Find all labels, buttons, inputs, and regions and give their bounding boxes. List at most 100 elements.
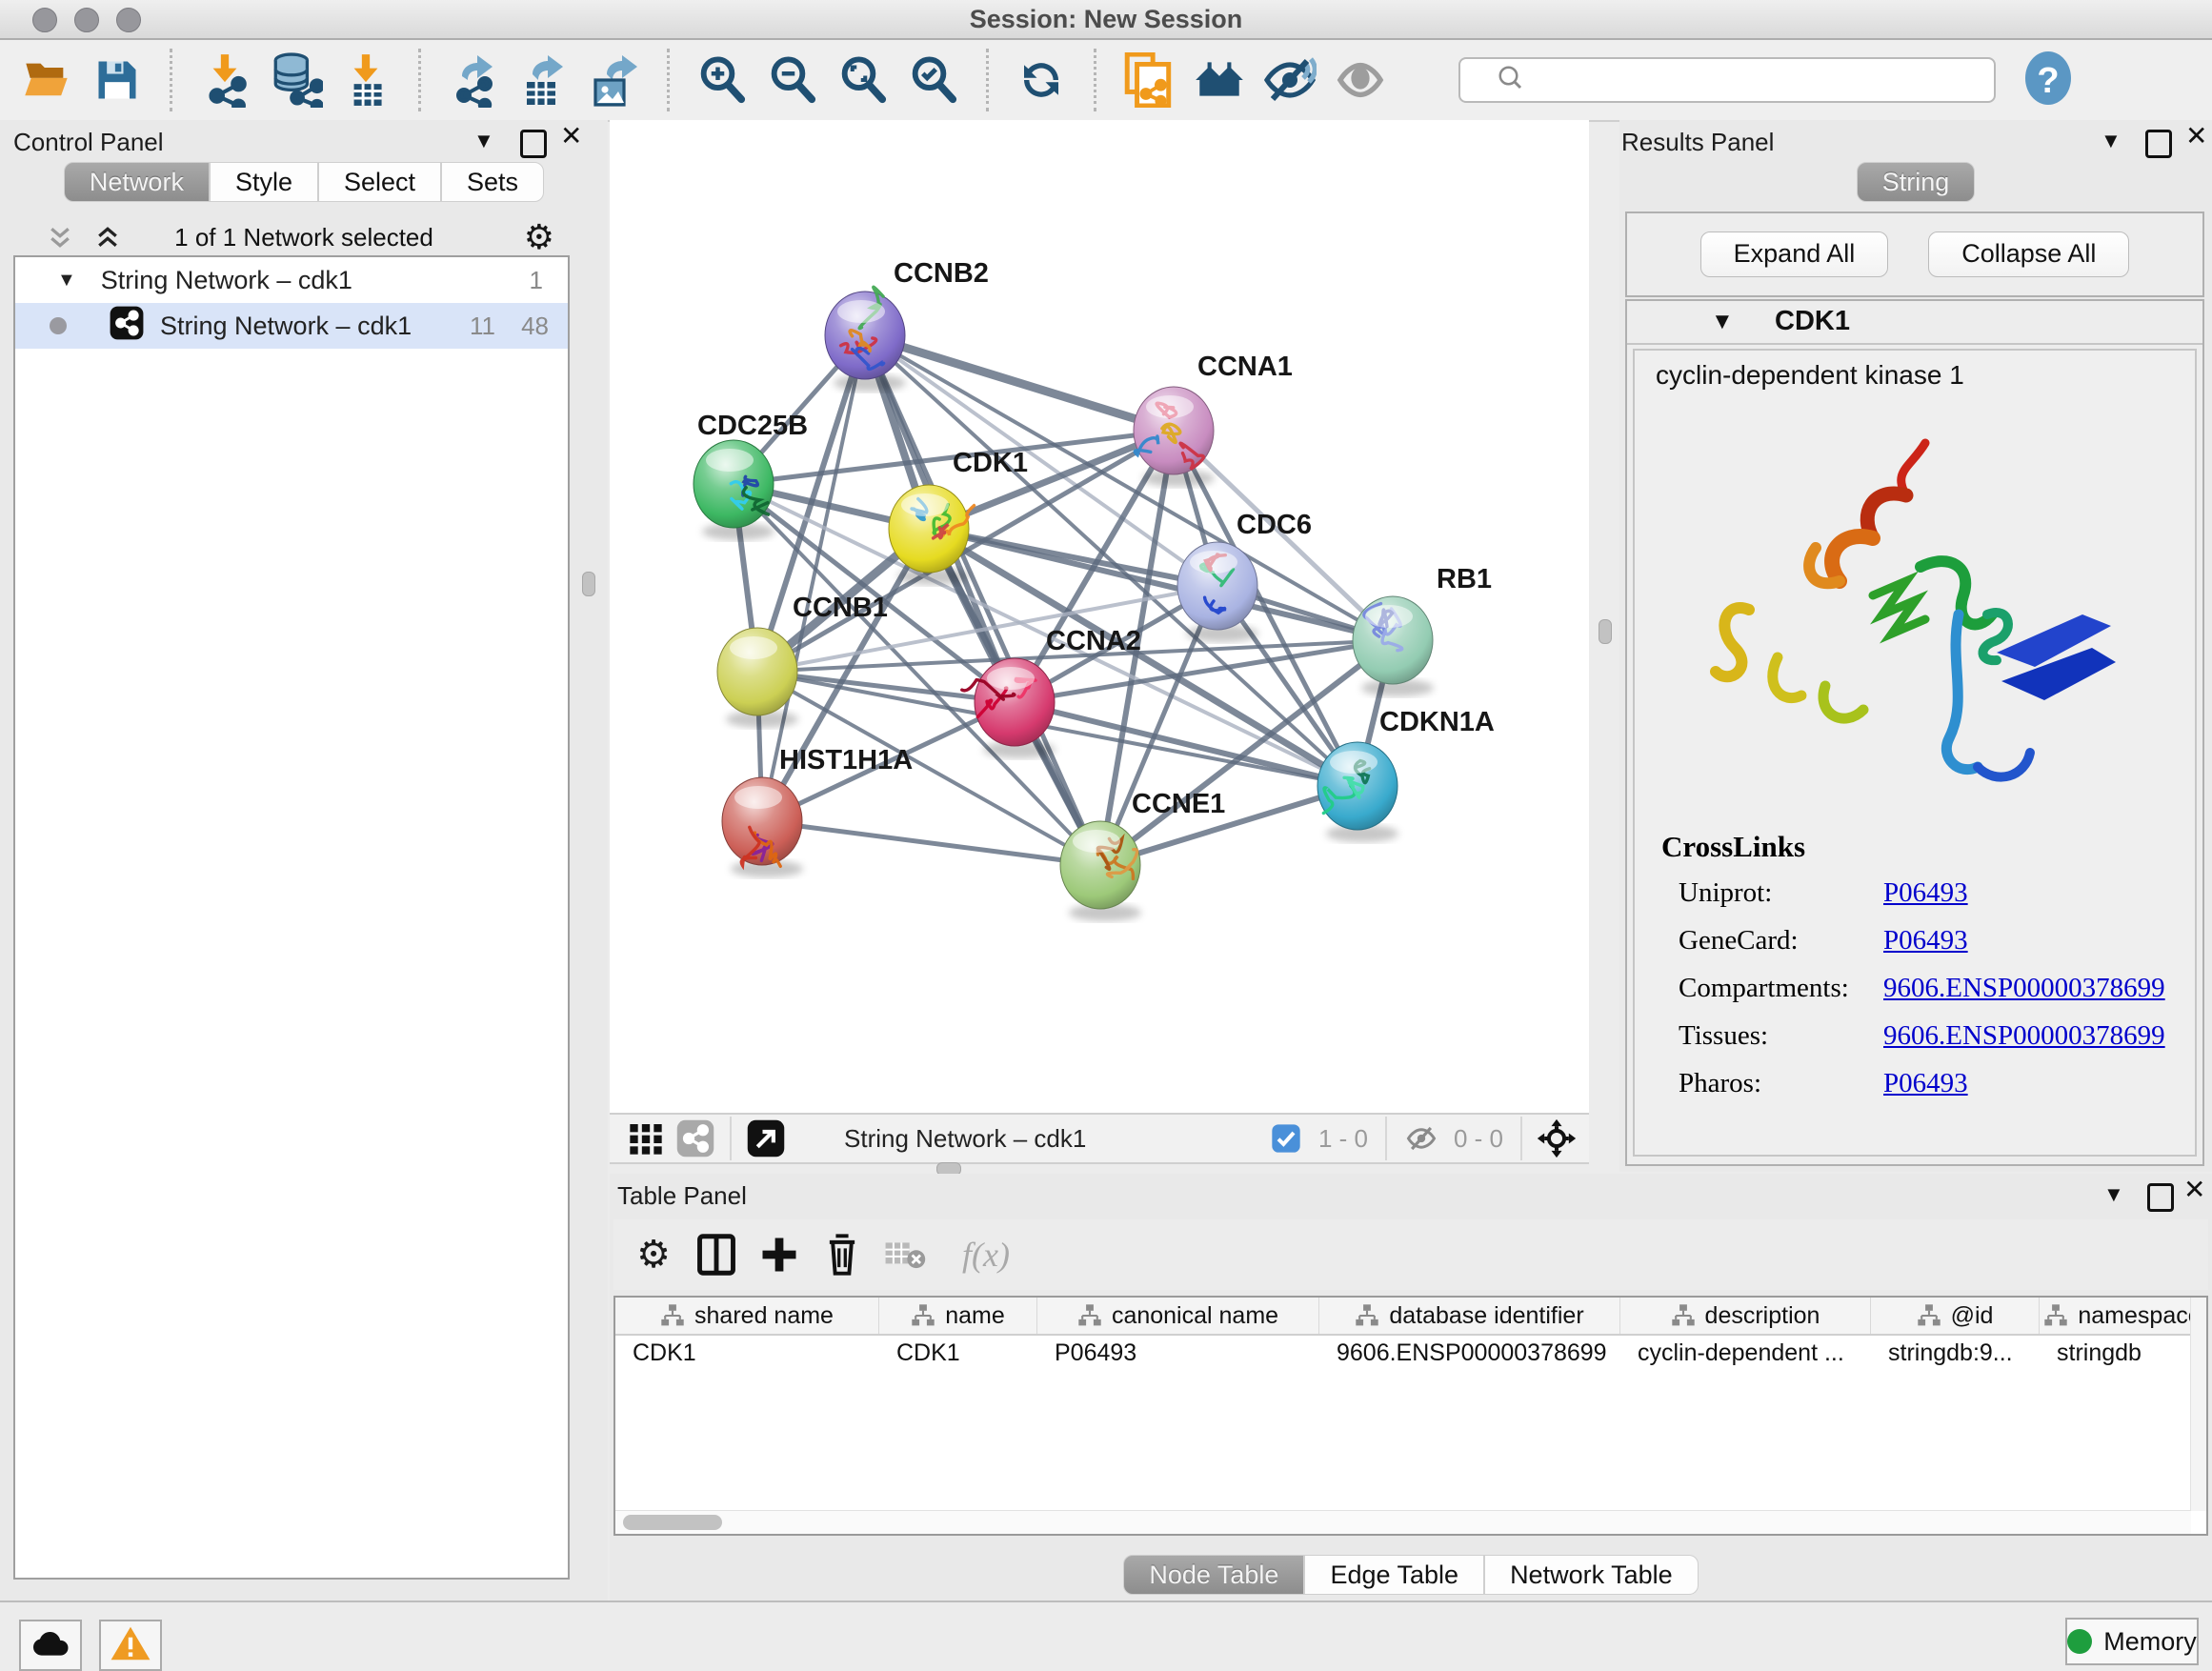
results-panel-title: Results Panel bbox=[1621, 128, 1774, 157]
clone-network-button[interactable] bbox=[1114, 47, 1184, 113]
create-column-plus-icon[interactable] bbox=[754, 1230, 804, 1279]
birds-eye-view-icon[interactable] bbox=[741, 1114, 791, 1163]
import-network-database-button[interactable] bbox=[260, 47, 331, 113]
network-node-RB1[interactable]: RB1 bbox=[1353, 564, 1492, 696]
save-session-button[interactable] bbox=[82, 47, 152, 113]
table-row[interactable]: CDK1CDK1P064939606.ENSP00000378699cyclin… bbox=[615, 1336, 2206, 1370]
control-panel-header: Control Panel ▼ ✕ bbox=[0, 120, 608, 162]
export-network-button[interactable] bbox=[438, 47, 509, 113]
column-header-canonical-name[interactable]: canonical name bbox=[1037, 1298, 1319, 1334]
table-cell[interactable]: CDK1 bbox=[879, 1339, 1037, 1367]
crosslink-link[interactable]: 9606.ENSP00000378699 bbox=[1883, 973, 2165, 1004]
network-edge-CCNB2-CCNA1[interactable] bbox=[865, 335, 1174, 431]
network-collection-row[interactable]: ▼ String Network – cdk1 1 bbox=[15, 257, 568, 303]
column-header-shared-name[interactable]: shared name bbox=[615, 1298, 879, 1334]
column-header-name[interactable]: name bbox=[879, 1298, 1037, 1334]
tab-string[interactable]: String bbox=[1857, 162, 1976, 202]
panel-menu-icon[interactable]: ▼ bbox=[2101, 130, 2122, 152]
zoom-fit-button[interactable] bbox=[828, 47, 898, 113]
table-cell[interactable]: cyclin-dependent ... bbox=[1620, 1339, 1871, 1367]
table-cell[interactable]: 9606.ENSP00000378699 bbox=[1319, 1339, 1620, 1367]
import-table-file-button[interactable] bbox=[331, 47, 401, 113]
close-panel-icon[interactable]: ✕ bbox=[2183, 1178, 2205, 1201]
network-node-CCNE1[interactable]: CCNE1 bbox=[1060, 789, 1225, 921]
tab-select[interactable]: Select bbox=[318, 162, 441, 202]
right-splitter-handle[interactable] bbox=[1599, 619, 1612, 644]
tab-sets[interactable]: Sets bbox=[441, 162, 544, 202]
open-session-button[interactable] bbox=[11, 47, 82, 113]
application-window: Session: New Session bbox=[0, 0, 2212, 1671]
selected-nodes-checkbox-icon[interactable] bbox=[1261, 1114, 1311, 1163]
search-input[interactable] bbox=[1458, 57, 1996, 103]
column-header--id[interactable]: @id bbox=[1871, 1298, 2040, 1334]
network-edge-HIST1H1A-CCNE1[interactable] bbox=[762, 821, 1100, 865]
network-edge-count: 48 bbox=[521, 312, 549, 341]
network-edge-CCNB2-CCNE1[interactable] bbox=[865, 335, 1100, 865]
network-share-icon[interactable] bbox=[671, 1114, 720, 1163]
show-columns-icon[interactable] bbox=[692, 1230, 741, 1279]
delete-column-trash-icon[interactable] bbox=[817, 1230, 867, 1279]
collection-expand-icon[interactable]: ▼ bbox=[57, 270, 76, 292]
panel-menu-icon[interactable]: ▼ bbox=[473, 130, 494, 152]
network-options-gear-icon[interactable]: ⚙ bbox=[524, 217, 554, 257]
left-splitter-handle[interactable] bbox=[582, 572, 595, 596]
network-node-CCNB1[interactable]: CCNB1 bbox=[717, 593, 888, 728]
export-table-button[interactable] bbox=[509, 47, 579, 113]
node-label-CCNA2: CCNA2 bbox=[1046, 626, 1141, 656]
first-neighbors-button[interactable] bbox=[1184, 47, 1255, 113]
warnings-button[interactable] bbox=[99, 1620, 162, 1671]
apply-layout-button[interactable] bbox=[1006, 47, 1076, 113]
zoom-in-button[interactable] bbox=[687, 47, 757, 113]
network-canvas[interactable]: CCNB2CCNA1CDC25BCDK1CDC6RB1CCNB1CCNA2CDK… bbox=[610, 120, 1589, 1113]
column-header-database-identifier[interactable]: database identifier bbox=[1319, 1298, 1620, 1334]
tab-style[interactable]: Style bbox=[210, 162, 318, 202]
column-header-description[interactable]: description bbox=[1620, 1298, 1871, 1334]
network-row[interactable]: String Network – cdk1 11 48 bbox=[15, 303, 568, 349]
crosslink-label: Pharos: bbox=[1679, 1068, 1883, 1099]
cloud-status-button[interactable] bbox=[19, 1620, 82, 1671]
collapse-all-button[interactable]: Collapse All bbox=[1928, 232, 2129, 277]
import-network-file-button[interactable] bbox=[190, 47, 260, 113]
float-panel-icon[interactable] bbox=[2147, 1183, 2174, 1212]
crosslink-link[interactable]: 9606.ENSP00000378699 bbox=[1883, 1020, 2165, 1052]
gene-entry-header[interactable]: ▼ CDK1 bbox=[1627, 301, 2202, 345]
tab-network[interactable]: Network bbox=[64, 162, 210, 202]
table-tabs: Node TableEdge TableNetwork Table bbox=[610, 1555, 2212, 1595]
table-cell[interactable]: stringdb bbox=[2040, 1339, 2206, 1367]
table-cell[interactable]: stringdb:9... bbox=[1871, 1339, 2040, 1367]
zoom-selected-button[interactable] bbox=[898, 47, 969, 113]
scrollbar-thumb[interactable] bbox=[623, 1515, 722, 1530]
hide-selected-button[interactable] bbox=[1255, 47, 1325, 113]
table-cell[interactable]: P06493 bbox=[1037, 1339, 1319, 1367]
expand-all-button[interactable]: Expand All bbox=[1700, 232, 1889, 277]
toolbar-separator bbox=[418, 49, 421, 111]
close-panel-icon[interactable]: ✕ bbox=[2185, 125, 2207, 148]
results-panel: Results Panel ▼ ✕ String Expand All Coll… bbox=[1619, 120, 2212, 1172]
export-image-button[interactable] bbox=[579, 47, 650, 113]
crosslinks-section: CrossLinks Uniprot:P06493GeneCard:P06493… bbox=[1661, 830, 2195, 1099]
tab-edge-table[interactable]: Edge Table bbox=[1304, 1555, 1484, 1595]
table-horizontal-scrollbar[interactable] bbox=[615, 1510, 2191, 1534]
table-cell[interactable]: CDK1 bbox=[615, 1339, 879, 1367]
close-panel-icon[interactable]: ✕ bbox=[560, 125, 582, 148]
zoom-out-button[interactable] bbox=[757, 47, 828, 113]
grid-view-icon[interactable] bbox=[621, 1114, 671, 1163]
crosslink-link[interactable]: P06493 bbox=[1883, 925, 1968, 956]
float-panel-icon[interactable] bbox=[520, 130, 547, 158]
collapse-entry-icon[interactable]: ▼ bbox=[1711, 309, 1734, 335]
column-header-namespace[interactable]: namespace bbox=[2040, 1298, 2206, 1334]
crosslink-link[interactable]: P06493 bbox=[1883, 877, 1968, 909]
panel-menu-icon[interactable]: ▼ bbox=[2103, 1183, 2124, 1206]
tab-network-table[interactable]: Network Table bbox=[1484, 1555, 1699, 1595]
network-node-CDKN1A[interactable]: CDKN1A bbox=[1317, 707, 1495, 842]
table-options-gear-icon[interactable]: ⚙ bbox=[629, 1230, 678, 1279]
float-panel-icon[interactable] bbox=[2145, 130, 2172, 158]
memory-button[interactable]: Memory bbox=[2065, 1618, 2199, 1665]
fit-selected-crosshair-icon[interactable] bbox=[1532, 1114, 1581, 1163]
help-button[interactable]: ? bbox=[2024, 52, 2072, 108]
tab-node-table[interactable]: Node Table bbox=[1123, 1555, 1304, 1595]
network-node-HIST1H1A[interactable]: HIST1H1A bbox=[722, 745, 913, 877]
table-vertical-scrollbar[interactable] bbox=[2190, 1298, 2206, 1511]
show-all-button[interactable] bbox=[1325, 47, 1396, 113]
crosslink-link[interactable]: P06493 bbox=[1883, 1068, 1968, 1099]
